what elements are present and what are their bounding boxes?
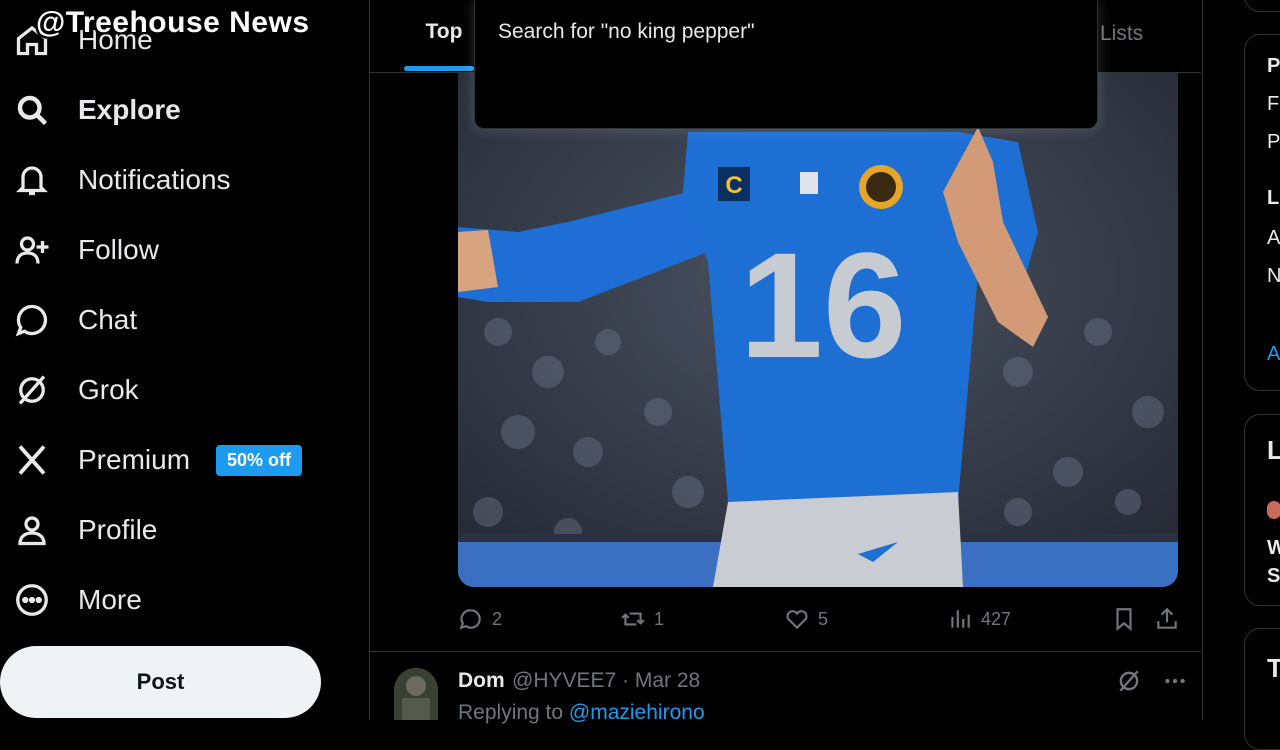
nav-profile[interactable]: Profile [12, 502, 157, 558]
repost-button[interactable]: 1 [620, 606, 664, 632]
nav-more[interactable]: More [12, 572, 142, 628]
sidebar-card-2-line[interactable]: S [1267, 565, 1280, 588]
search-icon [12, 90, 52, 130]
avatar[interactable] [394, 668, 438, 720]
analytics-icon [951, 610, 970, 628]
grok-icon [12, 370, 52, 410]
nav-chat[interactable]: Chat [12, 292, 137, 348]
nav-more-label: More [78, 584, 142, 615]
replying-to-line: Replying to @maziehirono [458, 701, 705, 725]
sidebar-card-2-line[interactable]: W [1267, 537, 1280, 560]
svg-text:C: C [725, 172, 742, 199]
nav-premium[interactable]: Premium 50% off [12, 432, 303, 488]
sidebar-card-1-link[interactable]: A [1267, 343, 1280, 366]
bell-icon [12, 160, 52, 200]
chat-icon [12, 300, 52, 340]
nav-grok-label: Grok [78, 374, 139, 405]
follow-icon [12, 230, 52, 270]
jersey-number: 16 [740, 221, 907, 389]
reply-icon [459, 609, 481, 630]
person-icon [12, 510, 52, 550]
heart-icon [786, 610, 808, 630]
tab-lists[interactable]: Lists [1100, 22, 1143, 46]
nav-profile-label: Profile [78, 514, 158, 545]
post-button[interactable]: Post [0, 646, 321, 718]
views-button[interactable]: 427 [947, 606, 1011, 632]
replying-to-prefix: Replying to [458, 701, 569, 724]
nav-chat-label: Chat [78, 304, 138, 335]
like-button[interactable]: 5 [784, 606, 828, 632]
nav-notifications-label: Notifications [78, 164, 231, 195]
sidebar-card-1-line: L [1267, 187, 1280, 209]
nav-grok[interactable]: Grok [12, 362, 139, 418]
sidebar-card-1-line[interactable]: A [1267, 227, 1280, 250]
share-button[interactable] [1154, 606, 1188, 632]
sidebar-card-3: T [1244, 628, 1280, 750]
reply-header-actions [1116, 668, 1188, 699]
x-logo-icon [12, 440, 52, 480]
watermark: @Treehouse News [36, 6, 310, 39]
premium-discount-badge: 50% off [216, 444, 303, 476]
more-circle-icon [12, 580, 52, 620]
sidebar-card-1-line[interactable]: P [1267, 131, 1280, 154]
tweet-photo[interactable]: C 16 [458, 72, 1178, 587]
nav-follow[interactable]: Follow [12, 222, 159, 278]
football-player-image: C 16 [458, 72, 1178, 587]
like-count: 5 [818, 608, 829, 629]
nav-follow-label: Follow [78, 234, 159, 265]
tab-top-indicator [404, 66, 474, 71]
reply-button[interactable]: 2 [458, 606, 502, 632]
sidebar-card-2: L W S [1244, 414, 1280, 606]
sidebar-card-top [1244, 0, 1280, 12]
search-suggestion-item[interactable]: Search for "no king pepper" [498, 20, 755, 44]
bookmark-button[interactable] [1111, 606, 1145, 632]
sidebar-card-2-avatar [1267, 501, 1280, 519]
nav-explore-label: Explore [78, 94, 181, 125]
sidebar-card-1-line[interactable]: F [1267, 93, 1279, 116]
tab-top[interactable]: Top [404, 20, 484, 44]
view-count: 427 [981, 608, 1012, 629]
sidebar-card-2-title: L [1267, 435, 1280, 465]
tweet-divider [370, 651, 1201, 652]
share-icon [1157, 607, 1177, 629]
repost-count: 1 [654, 608, 665, 629]
reply-count: 2 [492, 608, 503, 629]
sidebar-card-3-title: T [1267, 653, 1280, 683]
bookmark-icon [1116, 608, 1132, 632]
replying-to-mention[interactable]: @maziehirono [569, 701, 705, 724]
reply-author-handle[interactable]: @HYVEE7 · Mar 28 [512, 669, 700, 693]
sidebar-card-1: P F P L A N A [1244, 34, 1280, 391]
grok-icon[interactable] [1116, 668, 1142, 699]
repost-icon [621, 612, 645, 626]
nav-explore[interactable]: Explore [12, 82, 181, 138]
sidebar-card-1-line: P [1267, 55, 1280, 77]
search-suggestion-dropdown: Search for "no king pepper" [474, 0, 1098, 129]
nav-notifications[interactable]: Notifications [12, 152, 231, 208]
reply-author-name[interactable]: Dom [458, 669, 505, 693]
nav-premium-label: Premium [78, 444, 191, 475]
more-options-icon[interactable] [1162, 668, 1188, 699]
sidebar-card-1-line[interactable]: N [1267, 265, 1280, 288]
